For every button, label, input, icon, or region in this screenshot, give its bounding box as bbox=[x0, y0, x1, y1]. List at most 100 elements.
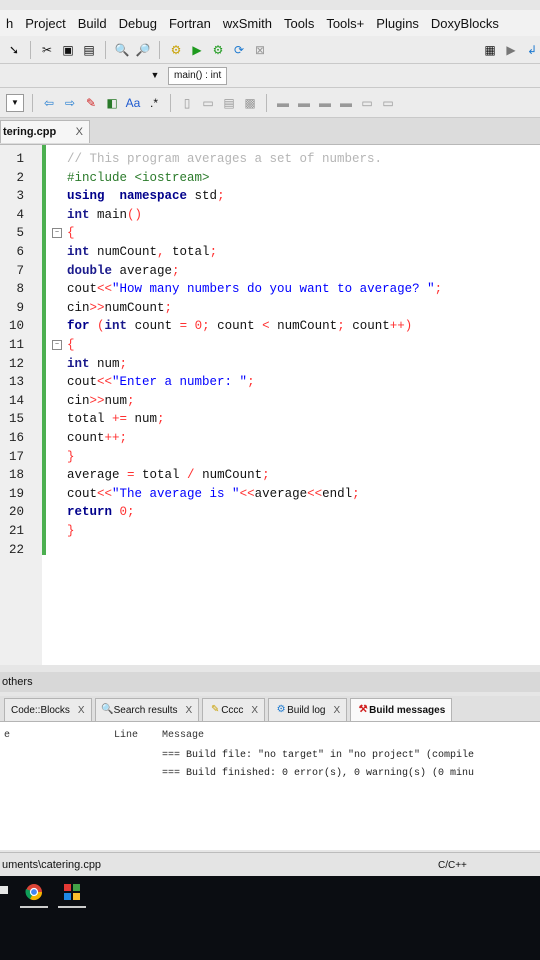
zoom-icon[interactable]: ▩ bbox=[242, 95, 258, 111]
line-number: 21 bbox=[8, 524, 24, 538]
message-row[interactable]: === Build file: "no target" in "no proje… bbox=[162, 750, 474, 761]
menu-item-fortran[interactable]: Fortran bbox=[163, 16, 217, 31]
code-line[interactable]: 1 // This program averages a set of numbe… bbox=[0, 150, 540, 168]
build-messages-list[interactable]: e Line Message === Build file: "no targe… bbox=[0, 722, 540, 850]
column-header-file: e bbox=[4, 730, 11, 741]
target-icon[interactable]: ▦ bbox=[482, 42, 498, 58]
code-line[interactable]: 11 −{ bbox=[0, 336, 540, 354]
highlight-icon[interactable]: ✎ bbox=[83, 95, 99, 111]
menu-item-build[interactable]: Build bbox=[72, 16, 113, 31]
code-line[interactable]: 19 cout<<"The average is "<<average<<endl… bbox=[0, 485, 540, 503]
code-line[interactable]: 10 for (int count = 0; count < numCount; … bbox=[0, 317, 540, 335]
rebuild-icon[interactable]: ⟳ bbox=[231, 42, 247, 58]
window-icon[interactable]: ▭ bbox=[200, 95, 216, 111]
bookmark-prev-icon[interactable]: ▬ bbox=[296, 95, 312, 111]
code-line[interactable]: 7 double average; bbox=[0, 262, 540, 280]
close-icon[interactable]: X bbox=[186, 705, 193, 716]
code-line[interactable]: 2 #include <iostream> bbox=[0, 169, 540, 187]
selection-icon[interactable]: ◧ bbox=[104, 95, 120, 111]
tab-search-results[interactable]: 🔍 Search results X bbox=[94, 698, 200, 721]
code-text: for (int count = 0; count < numCount; co… bbox=[67, 319, 413, 334]
editor-tab-catering[interactable]: tering.cpp X bbox=[0, 120, 90, 143]
code-line[interactable]: 9 cin>>numCount; bbox=[0, 299, 540, 317]
code-line[interactable]: 14 cin>>num; bbox=[0, 392, 540, 410]
menu-item-wxsmith[interactable]: wxSmith bbox=[217, 16, 278, 31]
fold-toggle-icon[interactable]: − bbox=[52, 340, 62, 350]
code-line[interactable]: 18 average = total / numCount; bbox=[0, 466, 540, 484]
dropdown-icon[interactable]: ▼ bbox=[6, 93, 24, 112]
code-text: #include <iostream> bbox=[67, 170, 210, 185]
gear-icon: ⚙ bbox=[276, 704, 286, 715]
code-editor[interactable]: 1 // This program averages a set of numbe… bbox=[0, 145, 540, 665]
code-line[interactable]: 4 int main() bbox=[0, 206, 540, 224]
paste-icon[interactable]: ▤ bbox=[81, 42, 97, 58]
tab-cccc[interactable]: ✎ Cccc X bbox=[202, 698, 266, 721]
separator bbox=[32, 93, 33, 112]
code-line[interactable]: 13 cout<<"Enter a number: "; bbox=[0, 373, 540, 391]
abort-icon[interactable]: ⊠ bbox=[252, 42, 268, 58]
code-line[interactable]: 21} bbox=[0, 522, 540, 540]
code-line[interactable]: 22 bbox=[0, 541, 540, 559]
copy-icon[interactable]: ▣ bbox=[60, 42, 76, 58]
debug-run-icon[interactable]: ▶ bbox=[503, 42, 519, 58]
menu-item-doxyblocks[interactable]: DoxyBlocks bbox=[425, 16, 505, 31]
code-text: cin>>numCount; bbox=[67, 300, 173, 315]
find-icon[interactable]: 🔍 bbox=[114, 42, 130, 58]
menu-item-tools[interactable]: Tools bbox=[278, 16, 320, 31]
bookmark-clear-icon[interactable]: ▬ bbox=[338, 95, 354, 111]
close-icon[interactable]: X bbox=[251, 705, 258, 716]
back-icon[interactable]: ⇦ bbox=[41, 95, 57, 111]
line-number: 1 bbox=[16, 152, 24, 166]
toggle-icon[interactable]: ▯ bbox=[179, 95, 195, 111]
chrome-icon[interactable] bbox=[20, 878, 48, 906]
build-run-icon[interactable]: ⚙ bbox=[210, 42, 226, 58]
code-line[interactable]: 6 int numCount, total; bbox=[0, 243, 540, 261]
run-icon[interactable]: ▶ bbox=[189, 42, 205, 58]
fold-toggle-icon[interactable]: − bbox=[52, 228, 62, 239]
code-line[interactable]: 20 return 0; bbox=[0, 503, 540, 521]
layout-icon[interactable]: ▤ bbox=[221, 95, 237, 111]
column-header-message: Message bbox=[162, 730, 205, 741]
forward-icon[interactable]: ⇨ bbox=[62, 95, 78, 111]
cut-icon[interactable]: ✂ bbox=[39, 42, 55, 58]
code-text: cout<<"The average is "<<average<<endl; bbox=[67, 486, 360, 501]
menu-item-plugins[interactable]: Plugins bbox=[370, 16, 425, 31]
code-line[interactable]: 15 total += num; bbox=[0, 410, 540, 428]
close-icon[interactable]: X bbox=[333, 705, 340, 716]
arrow-icon[interactable]: ➘ bbox=[6, 42, 22, 58]
match-case-icon[interactable]: Aa bbox=[125, 95, 141, 111]
menu-item-debug[interactable]: Debug bbox=[113, 16, 163, 31]
close-icon[interactable]: X bbox=[76, 126, 83, 138]
replace-icon[interactable]: 🔎 bbox=[135, 42, 151, 58]
jump-icon[interactable]: ▭ bbox=[359, 95, 375, 111]
step-icon[interactable]: ↲ bbox=[524, 42, 540, 58]
code-line[interactable]: 3 using namespace std; bbox=[0, 187, 540, 205]
code-line[interactable]: 5 −{ bbox=[0, 224, 540, 242]
codeblocks-icon[interactable] bbox=[58, 878, 86, 906]
menu-bar: h Project Build Debug Fortran wxSmith To… bbox=[0, 10, 540, 36]
panel-icon[interactable]: ▭ bbox=[380, 95, 396, 111]
logs-tabbar: Code::Blocks X 🔍 Search results X ✎ Cccc… bbox=[0, 696, 540, 722]
function-combo[interactable]: main() : int bbox=[168, 66, 228, 85]
menu-item-search[interactable]: h bbox=[0, 16, 19, 31]
tab-code-blocks[interactable]: Code::Blocks X bbox=[4, 698, 92, 721]
bookmark-next-icon[interactable]: ▬ bbox=[317, 95, 333, 111]
tab-build-messages[interactable]: ⚒ Build messages bbox=[350, 698, 453, 721]
start-icon[interactable] bbox=[0, 886, 8, 894]
code-line[interactable]: 8 cout<<"How many numbers do you want to … bbox=[0, 280, 540, 298]
regex-icon[interactable]: .* bbox=[146, 95, 162, 111]
build-gear-icon[interactable]: ⚙ bbox=[168, 42, 184, 58]
code-line[interactable]: 17} bbox=[0, 448, 540, 466]
separator bbox=[170, 93, 171, 112]
tab-label: Cccc bbox=[221, 704, 244, 716]
menu-item-project[interactable]: Project bbox=[19, 16, 71, 31]
bookmark-icon[interactable]: ▬ bbox=[275, 95, 291, 111]
tab-build-log[interactable]: ⚙ Build log X bbox=[268, 698, 348, 721]
code-line[interactable]: 16 count++; bbox=[0, 429, 540, 447]
scope-dropdown-icon[interactable]: ▼ bbox=[147, 68, 163, 84]
code-line[interactable]: 12 int num; bbox=[0, 355, 540, 373]
code-completion-toolbar: ▼ main() : int bbox=[0, 64, 540, 88]
close-icon[interactable]: X bbox=[78, 705, 85, 716]
menu-item-tools-plus[interactable]: Tools+ bbox=[320, 16, 370, 31]
message-row[interactable]: === Build finished: 0 error(s), 0 warnin… bbox=[162, 768, 474, 779]
